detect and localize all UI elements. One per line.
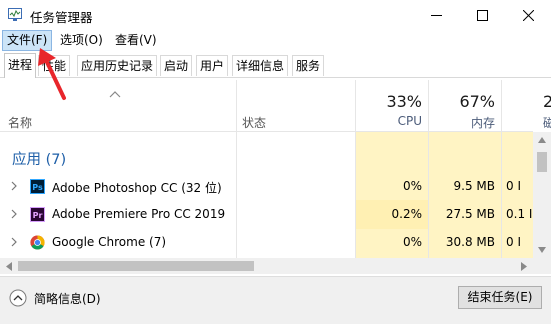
svg-text:Pr: Pr — [33, 211, 43, 220]
maximize-button[interactable] — [459, 0, 505, 30]
chevron-right-icon[interactable] — [10, 181, 18, 191]
chevron-right-icon[interactable] — [10, 237, 18, 247]
process-name: Google Chrome (7) — [52, 235, 167, 249]
scroll-down-icon[interactable] — [537, 246, 547, 254]
annotation-arrow-icon — [38, 48, 66, 100]
minimize-button[interactable] — [413, 0, 459, 30]
process-cpu: 0.2% — [391, 207, 423, 221]
header-divider — [0, 131, 533, 132]
tab-startup[interactable]: 启动 — [160, 55, 193, 76]
svg-text:Ps: Ps — [32, 183, 43, 192]
minimize-icon — [430, 14, 442, 16]
process-extra: 0 I — [506, 235, 521, 249]
process-cpu: 0% — [402, 179, 422, 193]
extra-total-percent: 2 — [543, 92, 551, 111]
process-cpu: 0% — [402, 235, 422, 249]
close-icon — [522, 9, 534, 21]
column-extra-header[interactable]: 磁 — [543, 114, 551, 131]
scroll-left-icon[interactable] — [5, 262, 13, 271]
premiere-icon: Pr — [30, 207, 45, 222]
maximize-icon — [476, 9, 488, 21]
scrollbar-corner — [533, 258, 551, 274]
process-name: Adobe Photoshop CC (32 位) — [52, 181, 222, 195]
vertical-scrollbar-thumb[interactable] — [537, 152, 547, 172]
group-title: 应用 (7) — [12, 152, 67, 168]
tab-details[interactable]: 详细信息 — [232, 55, 289, 76]
scroll-up-icon[interactable] — [537, 136, 547, 144]
column-status-header[interactable]: 状态 — [242, 114, 266, 131]
chevron-right-icon[interactable] — [10, 209, 18, 219]
process-memory: 30.8 MB — [445, 235, 495, 249]
process-extra: 0 I — [506, 179, 521, 193]
tab-app-history[interactable]: 应用历史记录 — [77, 55, 158, 76]
fewer-details-icon[interactable] — [9, 289, 27, 307]
fewer-details-link[interactable]: 简略信息(D) — [34, 290, 101, 307]
tab-users[interactable]: 用户 — [196, 55, 229, 76]
window-title: 任务管理器 — [30, 10, 93, 25]
column-cpu-header[interactable]: CPU — [356, 114, 422, 128]
sort-ascending-icon[interactable] — [109, 90, 121, 98]
process-name: Adobe Premiere Pro CC 2019 — [52, 207, 226, 221]
close-button[interactable] — [505, 0, 551, 30]
process-memory: 27.5 MB — [445, 207, 495, 221]
column-name-header[interactable]: 名称 — [8, 114, 32, 131]
task-manager-app-icon — [8, 8, 22, 21]
process-extra: 0.1 I — [506, 207, 533, 221]
cpu-total-percent: 33% — [386, 92, 422, 111]
menu-view[interactable]: 查看(V) — [111, 30, 161, 51]
horizontal-scrollbar-thumb[interactable] — [18, 261, 254, 271]
chrome-icon — [30, 235, 45, 250]
memory-total-percent: 67% — [459, 92, 495, 111]
photoshop-icon: Ps — [30, 179, 45, 194]
column-memory-header[interactable]: 内存 — [429, 114, 495, 131]
process-memory: 9.5 MB — [453, 179, 495, 193]
tab-services[interactable]: 服务 — [292, 55, 325, 76]
end-task-button[interactable]: 结束任务(E) — [458, 286, 542, 309]
scroll-right-icon[interactable] — [520, 262, 528, 271]
